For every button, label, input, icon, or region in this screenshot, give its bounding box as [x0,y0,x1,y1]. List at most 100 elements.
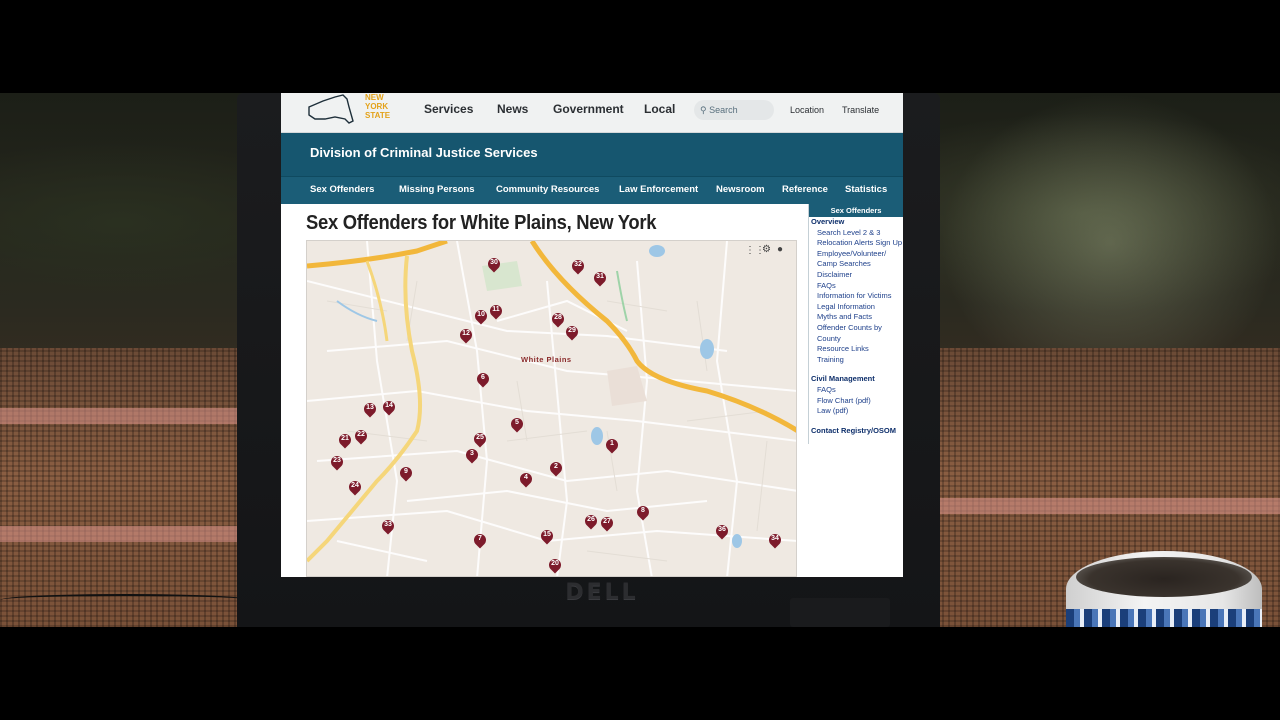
subnav-statistics[interactable]: Statistics [845,184,887,195]
mug-coffee [1076,557,1252,597]
sidebar-link-offender-counts[interactable]: Offender Counts by [809,323,903,334]
nav-government[interactable]: Government [553,102,624,116]
logo-line: NEW [365,93,384,102]
offender-pin[interactable]: 29 [563,323,581,341]
offender-pin[interactable]: 7 [471,531,489,549]
offender-pin[interactable]: 31 [591,269,609,287]
logo-line: STATE [365,111,391,120]
pin-number: 25 [476,434,484,441]
page-title: Sex Offenders for White Plains, New York [306,212,657,234]
offender-pin[interactable]: 22 [352,427,370,445]
pin-number: 10 [477,311,485,318]
pin-number: 15 [543,531,551,538]
sidebar-link-resources[interactable]: Resource Links [809,344,903,355]
subnav-newsroom[interactable]: Newsroom [716,184,765,195]
offender-pin[interactable]: 23 [328,453,346,471]
offender-pin[interactable]: 30 [485,255,503,273]
nav-local[interactable]: Local [644,102,675,116]
offender-pin[interactable]: 10 [472,307,490,325]
subnav-community-resources[interactable]: Community Resources [496,184,599,195]
sidebar-link-flow-chart[interactable]: Flow Chart (pdf) [809,396,903,407]
pin-number: 29 [568,327,576,334]
sidebar-link-disclaimer[interactable]: Disclaimer [809,270,903,281]
lake [649,245,665,257]
offender-pin[interactable]: 3 [463,446,481,464]
offender-pin[interactable]: 4 [517,470,535,488]
offender-pin[interactable]: 21 [336,431,354,449]
sidebar-link-camp-searches[interactable]: Camp Searches [809,259,903,270]
offender-pin[interactable]: 13 [361,400,379,418]
translate-link[interactable]: Translate [842,105,879,115]
offender-pin[interactable]: 15 [538,527,556,545]
offender-pin[interactable]: 20 [546,556,564,574]
main-content: Sex Offenders for White Plains, New York [281,204,903,577]
site-header: NEW YORK STATE Services News Government … [281,93,903,133]
pin-number: 22 [357,431,365,438]
map-city-label: White Plains [521,355,572,364]
sidebar-link-myths[interactable]: Myths and Facts [809,312,903,323]
sidebar-link-law[interactable]: Law (pdf) [809,406,903,417]
offender-pin[interactable]: 5 [508,415,526,433]
division-banner: Division of Criminal Justice Services [281,133,903,176]
offender-pin[interactable]: 9 [397,464,415,482]
sidebar-link-faqs[interactable]: FAQs [809,281,903,292]
offender-pin[interactable]: 8 [634,503,652,521]
sidebar-link-civil-faqs[interactable]: FAQs [809,385,903,396]
search-icon: ⚲ [700,105,707,115]
pin-number: 5 [515,419,519,426]
logo-text: NEW YORK STATE [365,93,390,120]
search-placeholder: Search [709,105,738,115]
pin-number: 6 [481,374,485,381]
offender-pin[interactable]: 28 [549,310,567,328]
nav-services[interactable]: Services [424,102,473,116]
offender-pin[interactable]: 6 [474,370,492,388]
sidebar-link-relocation-alerts[interactable]: Relocation Alerts Sign Up [809,238,903,249]
nav-news[interactable]: News [497,102,528,116]
sidebar-link-overview[interactable]: Overview [809,217,903,228]
sidebar-link-employee-volunteer[interactable]: Employee/Volunteer/ [809,249,903,260]
offender-pin[interactable]: 26 [582,512,600,530]
laptop-brand-logo: DELL [565,580,639,605]
offender-pin[interactable]: 33 [379,517,397,535]
subnav-sex-offenders[interactable]: Sex Offenders [310,184,374,195]
campus [607,366,647,406]
division-title[interactable]: Division of Criminal Justice Services [310,145,538,160]
sidebar-link-victims[interactable]: Information for Victims [809,291,903,302]
offender-pin[interactable]: 34 [766,531,784,549]
trail [616,270,628,322]
map-avatar-icon[interactable]: ● [777,244,783,255]
offender-pin[interactable]: 12 [457,326,475,344]
offender-pin[interactable]: 11 [487,302,505,320]
search-input[interactable]: ⚲ Search [694,100,774,120]
sidebar-link-search[interactable]: Search Level 2 & 3 [809,228,903,239]
map-settings-icon[interactable]: ⚙ [762,244,771,255]
offender-pin[interactable]: 36 [713,522,731,540]
subnav-law-enforcement[interactable]: Law Enforcement [619,184,698,195]
offender-map[interactable]: White Plains ⋮⋮ ⚙ ● 30 32 31 11 10 28 29 12 6 13 1… [306,240,797,577]
offender-pin[interactable]: 1 [603,436,621,454]
offender-pin[interactable]: 24 [346,478,364,496]
pin-number: 3 [470,450,474,457]
laptop-hinge [790,598,890,627]
location-link[interactable]: Location [790,105,824,115]
pin-number: 32 [574,261,582,268]
offender-pin[interactable]: 27 [598,514,616,532]
subnav-missing-persons[interactable]: Missing Persons [399,184,475,195]
nys-logo[interactable]: NEW YORK STATE [305,93,405,129]
lake [591,427,603,445]
sidebar-link-county[interactable]: County [809,334,903,345]
laptop-screen: NEW YORK STATE Services News Government … [281,93,903,577]
highway [307,241,448,269]
offender-pin[interactable]: 32 [569,257,587,275]
offender-pin[interactable]: 14 [380,398,398,416]
offender-pin[interactable]: 25 [471,430,489,448]
subnav-reference[interactable]: Reference [782,184,828,195]
nys-map-icon [308,94,354,124]
pin-number: 8 [641,507,645,514]
offender-pin[interactable]: 2 [547,459,565,477]
sidebar-link-legal[interactable]: Legal Information [809,302,903,313]
pin-number: 14 [385,402,393,409]
sidebar-link-training[interactable]: Training [809,355,903,366]
sidebar-link-contact[interactable]: Contact Registry/OSOM [809,426,903,437]
pin-number: 4 [524,474,528,481]
